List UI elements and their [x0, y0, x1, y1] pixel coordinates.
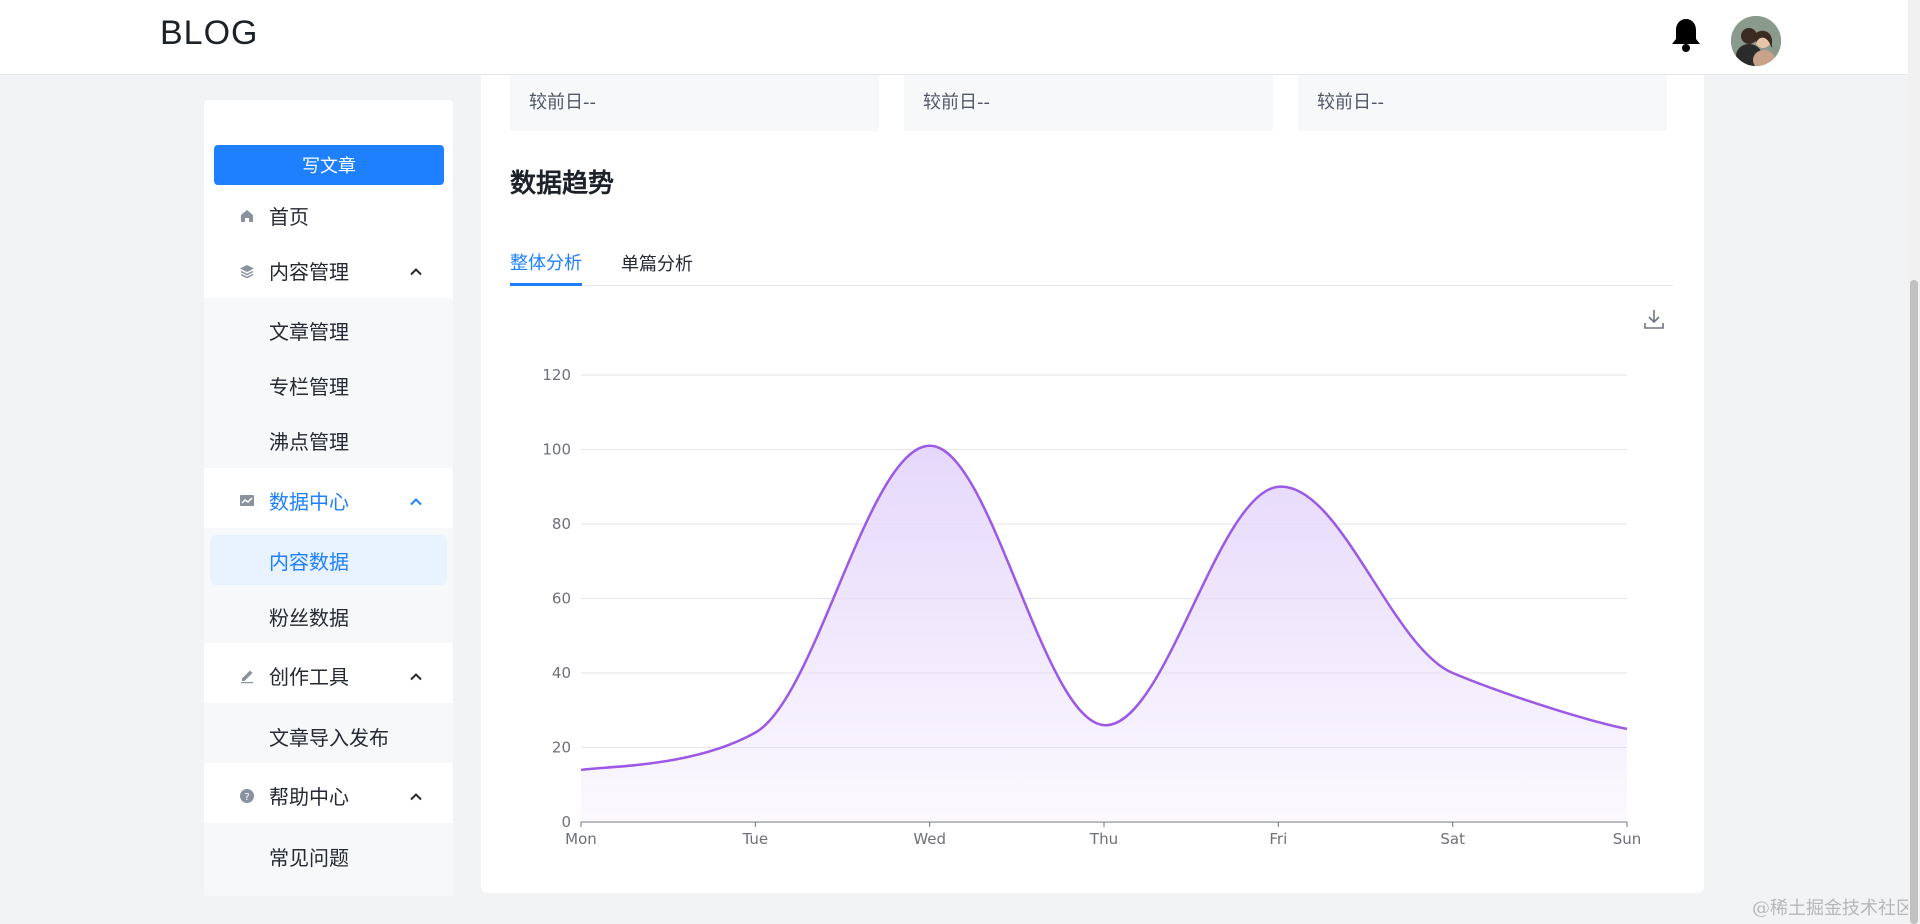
x-tick-label: Wed — [913, 830, 946, 848]
y-tick-label: 100 — [542, 441, 571, 459]
write-article-button[interactable]: 写文章 — [214, 145, 444, 185]
chart-icon — [239, 493, 255, 509]
help-icon: ? — [239, 788, 255, 804]
sidebar-item-help-center[interactable]: ? 帮助中心 — [204, 768, 453, 823]
y-tick-label: 60 — [552, 590, 571, 608]
watermark: @稀土掘金技术社区 — [1752, 898, 1914, 919]
subitem-label: 文章管理 — [269, 319, 349, 344]
home-icon — [239, 208, 255, 224]
sidebar-item-label: 帮助中心 — [269, 785, 349, 809]
subitem-label: 专栏管理 — [269, 374, 349, 399]
x-tick-label: Tue — [742, 830, 769, 848]
y-tick-label: 120 — [542, 366, 571, 384]
y-tick-label: 40 — [552, 664, 571, 682]
sidebar-subitem-content-data[interactable]: 内容数据 — [210, 535, 447, 585]
sidebar-item-label: 创作工具 — [269, 665, 349, 689]
top-header: BLOG — [0, 0, 1908, 75]
x-tick-label: Mon — [565, 830, 597, 848]
sidebar: 写文章 首页 内容管理 文章管理 专栏管理 沸点管理 数据中心 内容数据 粉丝数… — [204, 100, 453, 896]
sidebar-item-home[interactable]: 首页 — [204, 188, 453, 243]
site-logo[interactable]: BLOG — [160, 14, 258, 53]
sidebar-subitem-pins[interactable]: 沸点管理 — [204, 415, 453, 465]
sidebar-item-creation-tools[interactable]: 创作工具 — [204, 648, 453, 703]
sidebar-subitem-import-publish[interactable]: 文章导入发布 — [204, 711, 453, 761]
sidebar-subitem-articles[interactable]: 文章管理 — [204, 305, 453, 355]
sidebar-subitem-fan-data[interactable]: 粉丝数据 — [204, 591, 453, 641]
chevron-up-icon[interactable] — [409, 494, 423, 508]
chevron-up-icon[interactable] — [409, 264, 423, 278]
sidebar-item-content-management[interactable]: 内容管理 — [204, 243, 453, 298]
svg-text:?: ? — [244, 792, 249, 803]
trend-chart: 0 20 40 60 80 100 120 Mon Tue Wed Thu Fri Sat Sun — [542, 366, 1642, 848]
scrollbar-thumb[interactable] — [1910, 280, 1918, 924]
sidebar-item-label: 内容管理 — [269, 260, 349, 284]
user-avatar[interactable] — [1731, 16, 1781, 66]
subitem-label: 文章导入发布 — [269, 725, 389, 750]
series-area — [581, 445, 1627, 822]
sidebar-subitem-faq[interactable]: 常见问题 — [204, 831, 453, 881]
x-tick-label: Thu — [1089, 830, 1118, 848]
y-tick-label: 0 — [561, 813, 571, 831]
sidebar-item-data-center[interactable]: 数据中心 — [204, 473, 453, 528]
chevron-up-icon[interactable] — [409, 789, 423, 803]
bell-icon[interactable] — [1670, 17, 1702, 53]
sidebar-subitem-columns[interactable]: 专栏管理 — [204, 360, 453, 410]
subitem-label: 内容数据 — [269, 549, 349, 574]
x-tick-label: Sun — [1613, 830, 1642, 848]
main-panel: 较前日-- 较前日-- 较前日-- 数据趋势 整体分析 单篇分析 0 20 40 60… — [481, 75, 1704, 893]
vertical-scrollbar[interactable] — [1908, 0, 1920, 924]
y-tick-label: 20 — [552, 739, 571, 757]
subitem-label: 沸点管理 — [269, 429, 349, 454]
x-tick-label: Sat — [1440, 830, 1465, 848]
subitem-label: 常见问题 — [269, 845, 349, 870]
subitem-label: 粉丝数据 — [269, 605, 349, 630]
y-tick-label: 80 — [552, 515, 571, 533]
x-tick-label: Fri — [1269, 830, 1287, 848]
sidebar-item-label: 数据中心 — [269, 490, 349, 514]
pen-icon — [239, 668, 255, 684]
layers-icon — [239, 263, 255, 279]
sidebar-item-label: 首页 — [269, 205, 309, 229]
chevron-up-icon[interactable] — [409, 669, 423, 683]
